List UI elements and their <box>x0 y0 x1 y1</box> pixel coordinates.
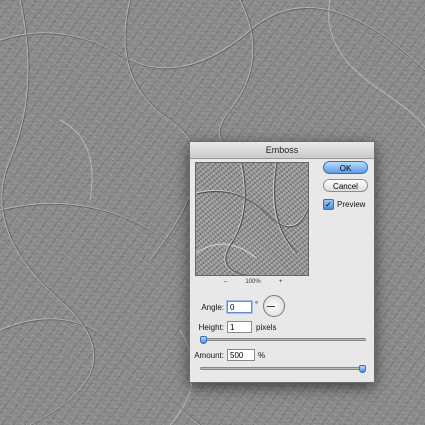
height-unit: pixels <box>256 323 277 332</box>
emboss-dialog: Emboss – 100% + OK Cancel ✓ Preview Angle… <box>189 141 375 383</box>
amount-label: Amount: <box>194 351 224 360</box>
angle-unit: ° <box>255 300 259 309</box>
amount-unit: % <box>258 351 266 360</box>
zoom-out-button[interactable]: – <box>224 279 227 285</box>
height-label: Height: <box>198 323 224 332</box>
angle-dial-icon[interactable] <box>263 295 285 317</box>
checkmark-icon[interactable]: ✓ <box>323 199 334 211</box>
amount-slider-thumb[interactable] <box>359 365 366 373</box>
zoom-in-button[interactable]: + <box>279 279 283 285</box>
zoom-level: 100% <box>245 279 261 285</box>
angle-label: Angle: <box>201 303 224 312</box>
preview-crack-pattern <box>196 163 308 275</box>
height-slider-thumb[interactable] <box>200 336 207 344</box>
dialog-title: Emboss <box>190 142 374 159</box>
ok-button[interactable]: OK <box>323 161 368 174</box>
preview-label: Preview <box>337 200 366 209</box>
preview-zoom-controls: – 100% + <box>195 279 309 289</box>
filter-preview[interactable] <box>195 162 309 276</box>
angle-dial-hand <box>267 306 275 307</box>
cancel-button[interactable]: Cancel <box>323 179 368 192</box>
height-input[interactable] <box>227 321 252 333</box>
angle-input[interactable] <box>227 301 252 313</box>
amount-slider[interactable] <box>200 365 366 373</box>
amount-input[interactable] <box>227 349 255 361</box>
preview-toggle[interactable]: ✓ Preview <box>323 199 365 211</box>
height-slider[interactable] <box>200 336 366 344</box>
